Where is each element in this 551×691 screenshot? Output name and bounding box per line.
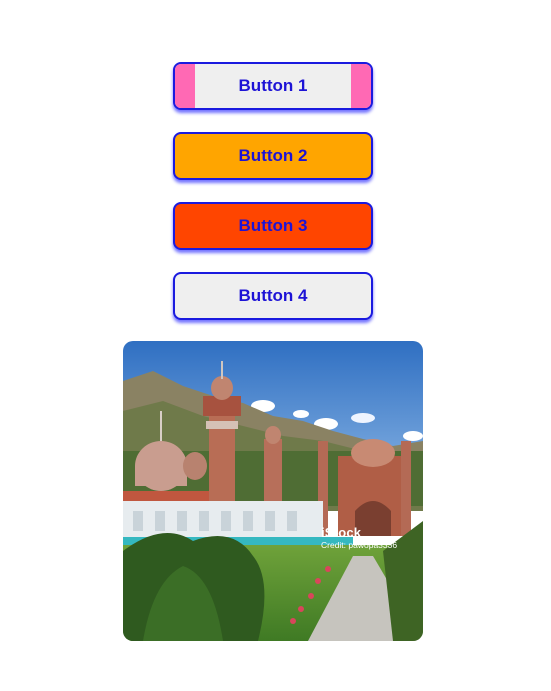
button-4[interactable]: Button 4 <box>173 272 373 320</box>
button-2-label: Button 2 <box>238 146 308 165</box>
button-1-label: Button 1 <box>238 76 308 95</box>
button-4-label: Button 4 <box>238 286 308 305</box>
button-3-label: Button 3 <box>238 216 308 235</box>
mosque-photo: iStock Credit: pawopa3336 <box>123 341 423 641</box>
button-2[interactable]: Button 2 <box>173 132 373 180</box>
button-3[interactable]: Button 3 <box>173 202 373 250</box>
button-1[interactable]: Button 1 <box>173 62 373 110</box>
